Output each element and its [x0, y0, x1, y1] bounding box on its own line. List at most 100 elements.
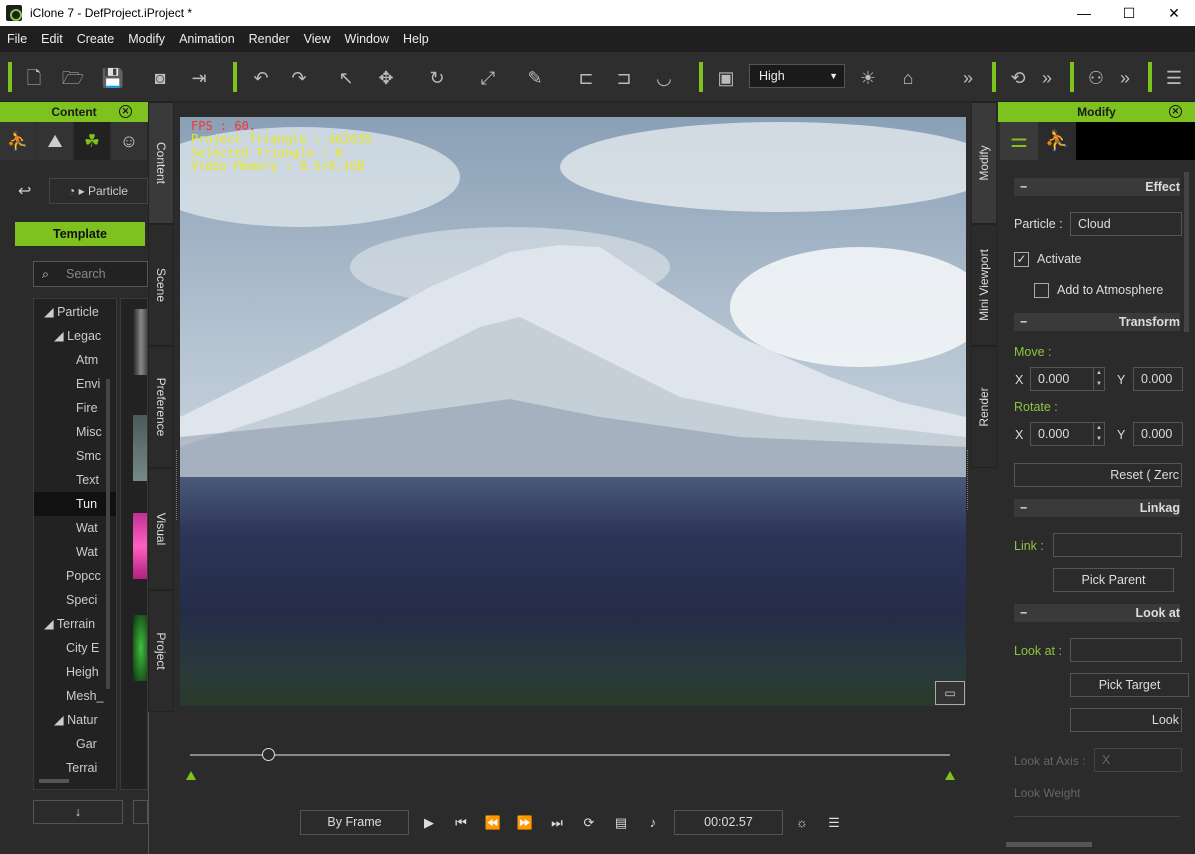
panel-hscrollbar[interactable]: [1006, 842, 1092, 847]
menu-help[interactable]: Help: [396, 26, 436, 52]
breadcrumb[interactable]: ◔ ▸ Particle: [49, 178, 148, 204]
timecode-display[interactable]: 00:02.57: [674, 810, 783, 835]
lookat-axis-dropdown[interactable]: X: [1094, 748, 1182, 772]
preview-icon[interactable]: ◙: [148, 66, 172, 90]
sun-settings-icon[interactable]: ☼: [791, 812, 813, 834]
save-icon[interactable]: 💾: [101, 66, 125, 90]
tree-item[interactable]: Mesh_: [66, 684, 104, 708]
align-icon[interactable]: ⊐: [612, 66, 636, 90]
tree-item[interactable]: Smc: [76, 444, 101, 468]
tree-item[interactable]: ◢ Natur: [54, 708, 98, 732]
side-tab-mini-viewport[interactable]: Mini Viewport: [971, 224, 997, 346]
eye-closed-icon[interactable]: ◡: [652, 66, 676, 90]
select-arrow-icon[interactable]: ↖: [334, 66, 358, 90]
rotate-y-input[interactable]: 0.000: [1133, 422, 1183, 446]
thumbnail[interactable]: [133, 309, 147, 375]
linkage-section-header[interactable]: − Linkag: [1014, 499, 1180, 517]
pick-parent-button[interactable]: Pick Parent: [1053, 568, 1174, 592]
thumbnail[interactable]: [133, 415, 147, 481]
transform-section-header[interactable]: − Transform: [1014, 313, 1180, 331]
tree-item[interactable]: City E: [66, 636, 99, 660]
new-file-icon[interactable]: 🗋: [22, 66, 46, 90]
loop-icon[interactable]: ⟳: [578, 812, 600, 834]
light-icon[interactable]: ☀: [856, 66, 880, 90]
timeline-track[interactable]: [190, 754, 950, 756]
tree-item[interactable]: ◢ Terrain: [44, 612, 95, 636]
viewport-resize-handle[interactable]: [967, 450, 970, 510]
tree-item[interactable]: Terrai: [66, 756, 97, 780]
timeline-start-marker[interactable]: [186, 771, 196, 780]
particle-field[interactable]: Cloud: [1070, 212, 1182, 236]
menu-view[interactable]: View: [297, 26, 338, 52]
tree-item[interactable]: Gar: [76, 732, 97, 756]
thumbnail[interactable]: [133, 513, 147, 579]
minimize-button[interactable]: —: [1061, 0, 1107, 26]
rotate-x-input[interactable]: 0.000: [1030, 422, 1094, 446]
move-x-stepper[interactable]: ▲ ▼: [1093, 367, 1105, 391]
quality-dropdown[interactable]: High ▼: [749, 64, 845, 88]
align-left-icon[interactable]: ⊏: [574, 66, 598, 90]
close-panel-icon[interactable]: ✕: [119, 105, 132, 118]
menu-window[interactable]: Window: [338, 26, 396, 52]
go-to-start-icon[interactable]: ⏮: [450, 812, 472, 834]
tree-item[interactable]: Heigh: [66, 660, 99, 684]
tree-hscrollbar[interactable]: [39, 779, 69, 783]
menu-create[interactable]: Create: [70, 26, 122, 52]
settings-sliders-icon[interactable]: ☰: [1162, 66, 1186, 90]
panel-button-partial[interactable]: [133, 800, 148, 824]
tree-item[interactable]: Speci: [66, 588, 97, 612]
play-icon[interactable]: ▶: [418, 812, 440, 834]
lookat-field[interactable]: [1070, 638, 1182, 662]
move-x-input[interactable]: 0.000: [1030, 367, 1094, 391]
side-tab-scene[interactable]: Scene: [148, 224, 174, 346]
menu-render[interactable]: Render: [242, 26, 297, 52]
props-tab-icon[interactable]: ☘: [74, 122, 110, 160]
fast-forward-icon[interactable]: ⏩: [514, 812, 536, 834]
viewport-resize-handle[interactable]: [176, 450, 179, 520]
tree-item-selected[interactable]: Tun: [34, 492, 116, 516]
menu-edit[interactable]: Edit: [34, 26, 70, 52]
tree-item[interactable]: ◢ Legac: [54, 324, 101, 348]
move-y-input[interactable]: 0.000: [1133, 367, 1183, 391]
rewind-icon[interactable]: ⏪: [482, 812, 504, 834]
rotate-gizmo-icon[interactable]: ↻: [425, 66, 449, 90]
close-panel-icon[interactable]: ✕: [1169, 105, 1182, 118]
redo-icon[interactable]: ↷: [287, 66, 311, 90]
timeline-scrubber[interactable]: [262, 748, 275, 761]
pick-target-button[interactable]: Pick Target: [1070, 673, 1189, 697]
scene-tab-icon[interactable]: ⛰: [37, 122, 73, 160]
tree-item[interactable]: ◢ Particle: [44, 300, 99, 324]
look-button[interactable]: Look: [1070, 708, 1182, 732]
rotate-x-stepper[interactable]: ▲ ▼: [1093, 422, 1105, 446]
back-icon[interactable]: ↩: [18, 181, 31, 201]
tree-item[interactable]: Wat: [76, 540, 98, 564]
layout-icon[interactable]: ▣: [714, 66, 738, 90]
thumbnail[interactable]: [133, 615, 147, 681]
side-tab-modify[interactable]: Modify: [971, 102, 997, 224]
reset-zero-button[interactable]: Reset ( Zerc: [1014, 463, 1182, 487]
music-note-icon[interactable]: ♪: [642, 812, 664, 834]
side-tab-content[interactable]: Content: [148, 102, 174, 224]
side-tab-project[interactable]: Project: [148, 590, 174, 712]
go-to-end-icon[interactable]: ⏭: [546, 812, 568, 834]
undo-icon[interactable]: ↶: [249, 66, 273, 90]
tree-item[interactable]: Envi: [76, 372, 100, 396]
tree-item[interactable]: Misc: [76, 420, 102, 444]
character-tab-icon[interactable]: ☺: [111, 122, 147, 160]
toolbar-more-button[interactable]: »: [1035, 66, 1059, 90]
activate-checkbox[interactable]: ✓: [1014, 252, 1029, 267]
scale-gizmo-icon[interactable]: ⤢: [476, 66, 500, 90]
toolbar-more-button[interactable]: »: [956, 66, 980, 90]
comment-icon[interactable]: ▭: [935, 681, 965, 705]
tab-template[interactable]: Template: [15, 222, 145, 246]
download-button[interactable]: ↓: [33, 800, 123, 824]
timeline-end-marker[interactable]: [945, 771, 955, 780]
lookat-section-header[interactable]: − Look at: [1014, 604, 1180, 622]
menu-modify[interactable]: Modify: [121, 26, 172, 52]
export-icon[interactable]: ⇥: [187, 66, 211, 90]
search-input[interactable]: ⌕ Search: [33, 261, 148, 287]
close-button[interactable]: ✕: [1151, 0, 1195, 26]
panel-scrollbar[interactable]: [1184, 172, 1189, 332]
menu-file[interactable]: File: [0, 26, 34, 52]
motion-icon[interactable]: ⟲: [1006, 66, 1030, 90]
